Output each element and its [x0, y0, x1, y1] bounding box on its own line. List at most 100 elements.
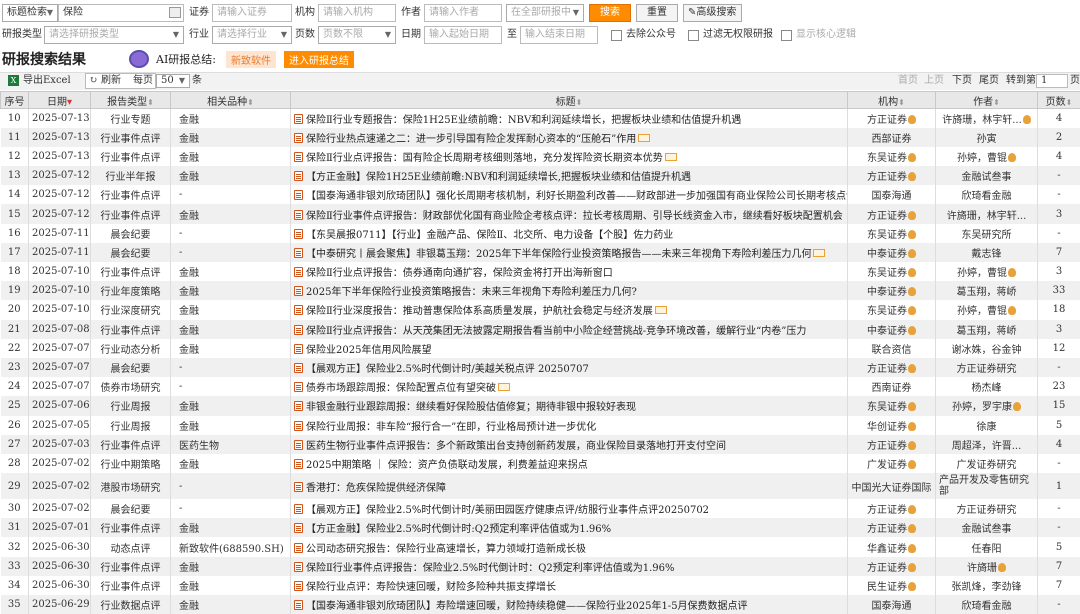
title-text[interactable]: 保险Ⅱ行业事件点评报告：保险业2.5%时代倒计时：Q2预定利率评估值或为1.96… — [306, 563, 675, 574]
title-text[interactable]: 【中泰研究丨晨会聚焦】非银葛玉翔：2025年下半年保险行业投资策略报告——未来三… — [306, 249, 811, 260]
row-title[interactable]: 2025年下半年保险行业投资策略报告：未来三年视角下寿险利差压力几何? — [291, 281, 848, 300]
row-title[interactable]: 【晨观方正】保险业2.5%时代倒计时/美越关税点评 20250707 — [291, 358, 848, 377]
ai-tag[interactable]: 新致软件 — [226, 51, 276, 68]
table-row[interactable]: 182025-07-10行业事件点评金融保险Ⅱ行业点评报告：债券通南向通扩容，保… — [1, 262, 1080, 281]
title-text[interactable]: 【晨观方正】保险业2.5%时代倒计时/美丽田园医疗健康点评/纺服行业事件点评20… — [306, 505, 709, 516]
table-row[interactable]: 212025-07-08行业事件点评金融保险Ⅱ行业点评报告：从天茂集团无法披露定… — [1, 320, 1080, 339]
table-row[interactable]: 262025-07-05行业周报金融保险行业周报：非车险“报行合一”在即，行业格… — [1, 416, 1080, 435]
table-row[interactable]: 242025-07-07债券市场研究-债券市场跟踪周报：保险配置点位有望突破西南… — [1, 377, 1080, 396]
title-text[interactable]: 保险行业周报：非车险“报行合一”在即，行业格局预计进一步优化 — [306, 422, 596, 433]
column-header[interactable]: 报告类型⬍ — [91, 92, 171, 109]
row-title[interactable]: 保险Ⅱ行业点评报告：债券通南向通扩容，保险资金将打开出海新窗口 — [291, 262, 848, 281]
row-title[interactable]: 保险行业热点速递之二：进一步引导国有险企发挥耐心资本的“压舱石”作用 — [291, 128, 848, 147]
table-row[interactable]: 312025-07-01行业事件点评金融【方正金融】保险业2.5%时代倒计时:Q… — [1, 518, 1080, 537]
table-row[interactable]: 332025-06-30行业事件点评金融保险Ⅱ行业事件点评报告：保险业2.5%时… — [1, 557, 1080, 576]
table-row[interactable]: 172025-07-11晨会纪要-【中泰研究丨晨会聚焦】非银葛玉翔：2025年下… — [1, 243, 1080, 262]
column-header[interactable]: 作者⬍ — [936, 92, 1038, 109]
title-text[interactable]: 公司动态研究报告：保险行业高速增长，算力领域打造新成长极 — [306, 544, 586, 555]
sort-icon[interactable]: ⬍ — [898, 98, 905, 107]
row-title[interactable]: 【中泰研究丨晨会聚焦】非银葛玉翔：2025年下半年保险行业投资策略报告——未来三… — [291, 243, 848, 262]
table-row[interactable]: 142025-07-12行业事件点评-【国泰海通非银刘欣琦团队】强化长周期考核机… — [1, 185, 1080, 204]
title-text[interactable]: 保险Ⅱ行业深度报告：推动普惠保险体系高质量发展，护航社会稳定与经济发展 — [306, 306, 653, 317]
table-row[interactable]: 162025-07-11晨会纪要-【东吴晨报0711】【行业】金融产品、保险Ⅱ、… — [1, 224, 1080, 243]
row-title[interactable]: 保险Ⅱ行业点评报告：国有险企长周期考核细则落地，充分发挥险资长期资本优势 — [291, 147, 848, 166]
date-start-input[interactable]: 输入起始日期 — [424, 26, 502, 44]
table-row[interactable]: 102025-07-13行业专题金融保险Ⅱ行业专题报告：保险1H25E业绩前瞻：… — [1, 109, 1080, 128]
title-text[interactable]: 保险Ⅱ行业点评报告：从天茂集团无法披露定期报告看当前中小险企经营挑战-竞争环境改… — [306, 326, 806, 337]
report-type-select[interactable]: 请选择研报类型▼ — [44, 26, 184, 44]
keyword-input[interactable]: 保险 — [58, 4, 184, 22]
row-title[interactable]: 【方正金融】保险1H25E业绩前瞻:NBV和利润延续增长,把握板块业绩和估值提升… — [291, 166, 848, 185]
row-title[interactable]: 【方正金融】保险业2.5%时代倒计时:Q2预定利率评估值或为1.96% — [291, 518, 848, 537]
first-page-link[interactable]: 首页 — [898, 72, 918, 90]
column-header[interactable]: 页数⬍ — [1038, 92, 1080, 109]
pages-select[interactable]: 页数不限▼ — [318, 26, 396, 44]
table-row[interactable]: 152025-07-12行业事件点评金融保险Ⅱ行业事件点评报告：财政部优化国有商… — [1, 204, 1080, 223]
scope-select[interactable]: 在全部研报中▼ — [506, 4, 584, 22]
row-title[interactable]: 【国泰海通非银刘欣琦团队】强化长周期考核机制，利好长期盈利改善——财政部进一步加… — [291, 185, 848, 204]
date-end-input[interactable]: 输入结束日期 — [520, 26, 598, 44]
title-text[interactable]: 债券市场跟踪周报：保险配置点位有望突破 — [306, 383, 496, 394]
sort-icon[interactable]: ⬍ — [576, 98, 583, 107]
row-title[interactable]: 保险Ⅱ行业事件点评报告：保险业2.5%时代倒计时：Q2预定利率评估值或为1.96… — [291, 557, 848, 576]
prev-page-link[interactable]: 上页 — [924, 72, 944, 90]
title-text[interactable]: 2025中期策略 ｜ 保险：资产负债联动发展，利费差益迎来拐点 — [306, 460, 588, 471]
table-row[interactable]: 122025-07-13行业事件点评金融保险Ⅱ行业点评报告：国有险企长周期考核细… — [1, 147, 1080, 166]
title-text[interactable]: 【东吴晨报0711】【行业】金融产品、保险Ⅱ、北交所、电力设备【个股】佐力药业 — [306, 230, 673, 241]
title-text[interactable]: 香港打：危疾保险提供经济保障 — [306, 483, 446, 494]
table-row[interactable]: 342025-06-30行业事件点评金融保险行业点评：寿险快速回暖，财险多险种共… — [1, 576, 1080, 595]
table-row[interactable]: 202025-07-10行业深度研究金融保险Ⅱ行业深度报告：推动普惠保险体系高质… — [1, 300, 1080, 319]
sort-icon[interactable]: ⬍ — [147, 98, 154, 107]
title-text[interactable]: 保险行业点评：寿险快速回暖，财险多险种共振支撑增长 — [306, 582, 556, 593]
next-page-link[interactable]: 下页 — [952, 72, 972, 90]
table-row[interactable]: 252025-07-06行业周报金融非银金融行业跟踪周报：继续看好保险股估值修复… — [1, 396, 1080, 415]
last-page-link[interactable]: 尾页 — [979, 72, 999, 90]
row-title[interactable]: 保险Ⅱ行业事件点评报告：财政部优化国有商业险企考核点评：拉长考核周期、引导长线资… — [291, 204, 848, 223]
industry-select[interactable]: 请选择行业▼ — [212, 26, 292, 44]
row-title[interactable]: 2025中期策略 ｜ 保险：资产负债联动发展，利费差益迎来拐点 — [291, 454, 848, 473]
title-text[interactable]: 保险Ⅱ行业专题报告：保险1H25E业绩前瞻：NBV和利润延续增长，把握板块业绩和… — [306, 115, 741, 126]
row-title[interactable]: 保险Ⅱ行业深度报告：推动普惠保险体系高质量发展，护航社会稳定与经济发展 — [291, 300, 848, 319]
search-button[interactable]: 搜索 — [589, 4, 631, 22]
reset-button[interactable]: 重置 — [636, 4, 678, 22]
row-title[interactable]: 保险行业点评：寿险快速回暖，财险多险种共振支撑增长 — [291, 576, 848, 595]
filter-noauth-checkbox[interactable] — [688, 30, 699, 41]
row-title[interactable]: 债券市场跟踪周报：保险配置点位有望突破 — [291, 377, 848, 396]
table-row[interactable]: 132025-07-12行业半年报金融【方正金融】保险1H25E业绩前瞻:NBV… — [1, 166, 1080, 185]
row-title[interactable]: 保险Ⅱ行业专题报告：保险1H25E业绩前瞻：NBV和利润延续增长，把握板块业绩和… — [291, 109, 848, 128]
show-logic-checkbox[interactable] — [781, 30, 792, 41]
org-input[interactable]: 请输入机构 — [318, 4, 396, 22]
table-row[interactable]: 292025-07-02港股市场研究-香港打：危疾保险提供经济保障中国光大证券国… — [1, 473, 1080, 499]
author-input[interactable]: 请输入作者 — [424, 4, 502, 22]
table-row[interactable]: 232025-07-07晨会纪要-【晨观方正】保险业2.5%时代倒计时/美越关税… — [1, 358, 1080, 377]
title-text[interactable]: 非银金融行业跟踪周报：继续看好保险股估值修复；期待非银中报较好表现 — [306, 402, 636, 413]
column-header[interactable]: 序号 — [1, 92, 29, 109]
title-text[interactable]: 2025年下半年保险行业投资策略报告：未来三年视角下寿险利差压力几何? — [306, 287, 637, 298]
title-text[interactable]: 保险Ⅱ行业点评报告：国有险企长周期考核细则落地，充分发挥险资长期资本优势 — [306, 153, 663, 164]
row-title[interactable]: 保险行业周报：非车险“报行合一”在即，行业格局预计进一步优化 — [291, 416, 848, 435]
title-text[interactable]: 【国泰海通非银刘欣琦团队】强化长周期考核机制，利好长期盈利改善——财政部进一步加… — [306, 191, 848, 202]
row-title[interactable]: 公司动态研究报告：保险行业高速增长，算力领域打造新成长极 — [291, 537, 848, 556]
security-input[interactable]: 请输入证券 — [212, 4, 292, 22]
row-title[interactable]: 保险Ⅱ行业点评报告：从天茂集团无法披露定期报告看当前中小险企经营挑战-竞争环境改… — [291, 320, 848, 339]
per-page-select[interactable]: 50▼ — [156, 74, 190, 88]
table-row[interactable]: 302025-07-02晨会纪要-【晨观方正】保险业2.5%时代倒计时/美丽田园… — [1, 499, 1080, 518]
table-row[interactable]: 112025-07-13行业事件点评金融保险行业热点速递之二：进一步引导国有险企… — [1, 128, 1080, 147]
table-row[interactable]: 322025-06-30动态点评新致软件(688590.SH)公司动态研究报告：… — [1, 537, 1080, 556]
row-title[interactable]: 医药生物行业事件点评报告：多个新政策出台支持创新药发展，商业保险目录落地打开支付… — [291, 435, 848, 454]
title-text[interactable]: 【国泰海通非银刘欣琦团队】寿险增速回暖，财险持续稳健——保险行业2025年1-5… — [306, 601, 748, 612]
row-title[interactable]: 香港打：危疾保险提供经济保障 — [291, 473, 848, 499]
image-icon[interactable] — [169, 7, 181, 18]
row-title[interactable]: 保险业2025年信用风险展望 — [291, 339, 848, 358]
search-type-select[interactable]: 标题检索▼ — [2, 4, 58, 22]
title-text[interactable]: 保险业2025年信用风险展望 — [306, 345, 431, 356]
title-text[interactable]: 保险行业热点速递之二：进一步引导国有险企发挥耐心资本的“压舱石”作用 — [306, 134, 636, 145]
table-row[interactable]: 222025-07-07行业动态分析金融保险业2025年信用风险展望联合资信谢冰… — [1, 339, 1080, 358]
sort-icon[interactable]: ⬍ — [1066, 98, 1073, 107]
sort-icon[interactable]: ⬍ — [993, 98, 1000, 107]
row-title[interactable]: 非银金融行业跟踪周报：继续看好保险股估值修复；期待非银中报较好表现 — [291, 396, 848, 415]
table-row[interactable]: 282025-07-02行业中期策略金融2025中期策略 ｜ 保险：资产负债联动… — [1, 454, 1080, 473]
table-row[interactable]: 192025-07-10行业年度策略金融2025年下半年保险行业投资策略报告：未… — [1, 281, 1080, 300]
table-row[interactable]: 352025-06-29行业数据点评金融【国泰海通非银刘欣琦团队】寿险增速回暖，… — [1, 595, 1080, 614]
title-text[interactable]: 保险Ⅱ行业点评报告：债券通南向通扩容，保险资金将打开出海新窗口 — [306, 268, 613, 279]
